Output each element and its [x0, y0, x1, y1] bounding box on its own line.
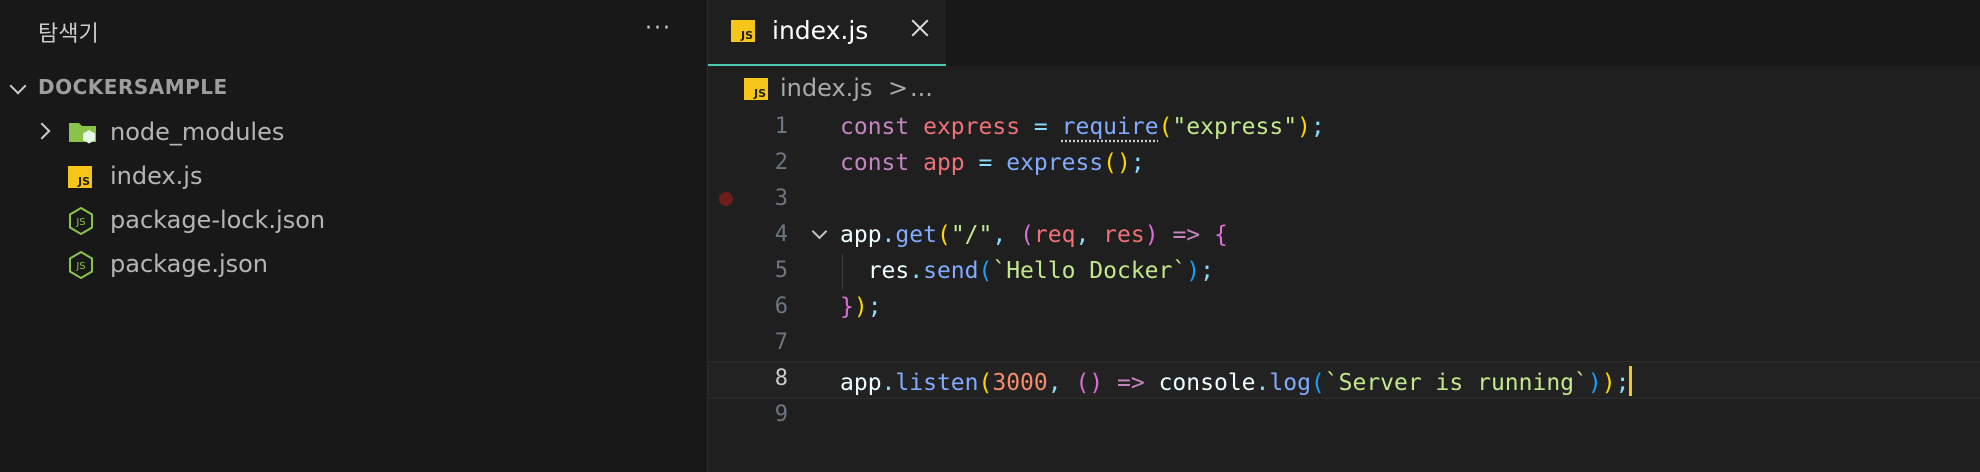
code-text: app.listen(3000, () => console.log(`Serv…: [840, 366, 1633, 396]
tree-item-package-lock-json[interactable]: JS package-lock.json: [0, 200, 707, 240]
js-file-icon: JS: [731, 20, 755, 42]
line-number: 3: [774, 186, 788, 211]
line-number: 9: [774, 402, 788, 427]
js-file-icon: JS: [68, 166, 92, 188]
code-line-current[interactable]: 8 app.listen(3000, () => console.log(`Se…: [708, 361, 1980, 399]
tree-item-label: node_modules: [110, 118, 285, 146]
js-file-icon: JS: [744, 78, 768, 100]
explorer-sidebar: 탐색기 ··· DOCKERSAMPLE node_modules JS ind…: [0, 0, 708, 472]
tree-item-label: package.json: [110, 250, 269, 278]
line-number: 6: [774, 294, 788, 319]
code-line[interactable]: 9: [708, 398, 1980, 434]
code-line[interactable]: 7: [708, 326, 1980, 362]
line-number: 8: [774, 366, 788, 391]
nodejs-file-icon: JS: [68, 250, 94, 283]
code-line[interactable]: 6 });: [708, 290, 1980, 326]
line-number: 4: [774, 222, 788, 247]
tree-item-package-json[interactable]: JS package.json: [0, 244, 707, 284]
code-line[interactable]: 4 app.get("/", (req, res) => {: [708, 218, 1980, 254]
code-text: res.send(`Hello Docker`);: [867, 258, 1214, 284]
code-line[interactable]: 1 const express = require("express");: [708, 110, 1980, 146]
line-number: 1: [774, 114, 788, 139]
svg-text:JS: JS: [75, 217, 85, 228]
breadcrumb: JS index.js > ...: [744, 74, 1144, 106]
tab-index-js[interactable]: JS index.js: [708, 0, 946, 66]
line-number: 2: [774, 150, 788, 175]
tab-label: index.js: [772, 16, 869, 45]
workspace-section-header[interactable]: DOCKERSAMPLE: [0, 72, 707, 104]
code-line[interactable]: 3: [708, 182, 1980, 218]
chevron-right-icon: [33, 122, 51, 140]
breadcrumb-file[interactable]: index.js: [780, 74, 872, 102]
folder-node-icon: [68, 120, 98, 148]
tree-item-label: package-lock.json: [110, 206, 326, 234]
code-line[interactable]: 5 res.send(`Hello Docker`);: [708, 254, 1980, 290]
chevron-down-icon: [9, 77, 27, 95]
fold-chevron-icon[interactable]: [811, 223, 828, 240]
tree-item-index-js[interactable]: JS index.js: [0, 156, 707, 196]
more-actions-icon[interactable]: ···: [645, 14, 675, 44]
breadcrumb-symbols[interactable]: ...: [910, 74, 933, 102]
tree-item-node-modules[interactable]: node_modules: [0, 112, 707, 152]
line-number: 7: [774, 330, 788, 355]
code-text: const express = require("express");: [840, 114, 1325, 140]
code-text: });: [840, 294, 882, 320]
line-number: 5: [774, 258, 788, 283]
editor-area: JS index.js JS index.js > ... 1 const ex…: [708, 0, 1980, 472]
close-icon[interactable]: [906, 14, 934, 42]
code-text: const app = express();: [840, 150, 1145, 176]
tree-item-label: index.js: [110, 162, 203, 190]
nodejs-file-icon: JS: [68, 206, 94, 239]
code-text: app.get("/", (req, res) => {: [840, 222, 1228, 248]
explorer-title: 탐색기: [38, 22, 99, 47]
svg-text:JS: JS: [75, 261, 85, 272]
breadcrumb-separator: >: [888, 74, 909, 102]
tab-bar: JS index.js: [708, 0, 1980, 66]
workspace-name: DOCKERSAMPLE: [38, 75, 228, 99]
text-cursor: [1629, 366, 1633, 396]
code-line[interactable]: 2 const app = express();: [708, 146, 1980, 182]
